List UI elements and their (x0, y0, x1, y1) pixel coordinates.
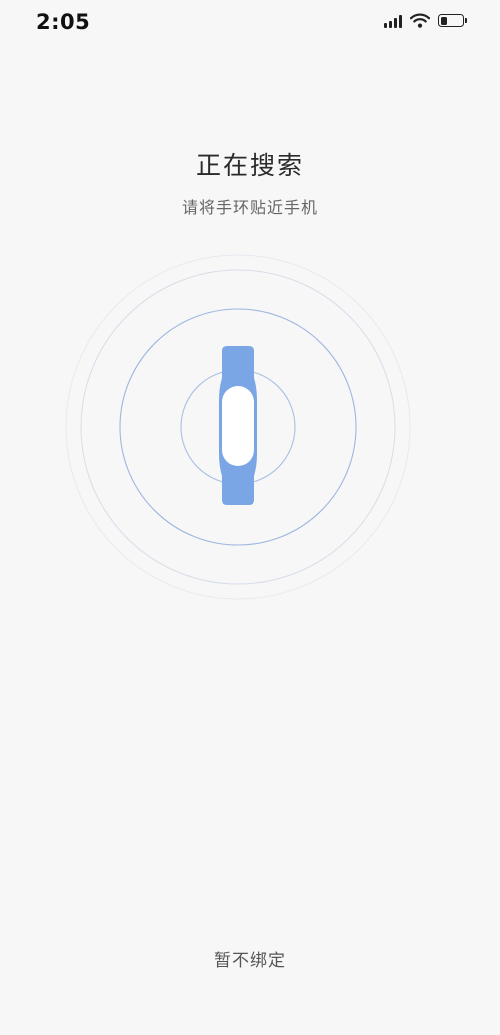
wifi-icon (410, 13, 430, 28)
status-icons (384, 13, 467, 28)
page-title: 正在搜索 (195, 151, 304, 180)
search-radar (65, 254, 411, 600)
page-subtitle: 请将手环贴近手机 (181, 198, 318, 217)
skip-binding-link[interactable]: 暂不绑定 (0, 946, 500, 971)
battery-fill (440, 16, 447, 25)
fitness-band-icon (219, 346, 257, 505)
battery-icon (438, 14, 467, 27)
signal-icon (384, 14, 402, 28)
pairing-screen: 2:05 正在搜索 请将手环贴近手机 暂不绑定 (0, 0, 500, 1035)
status-time: 2:05 (36, 10, 91, 34)
status-bar: 2:05 (0, 0, 500, 46)
